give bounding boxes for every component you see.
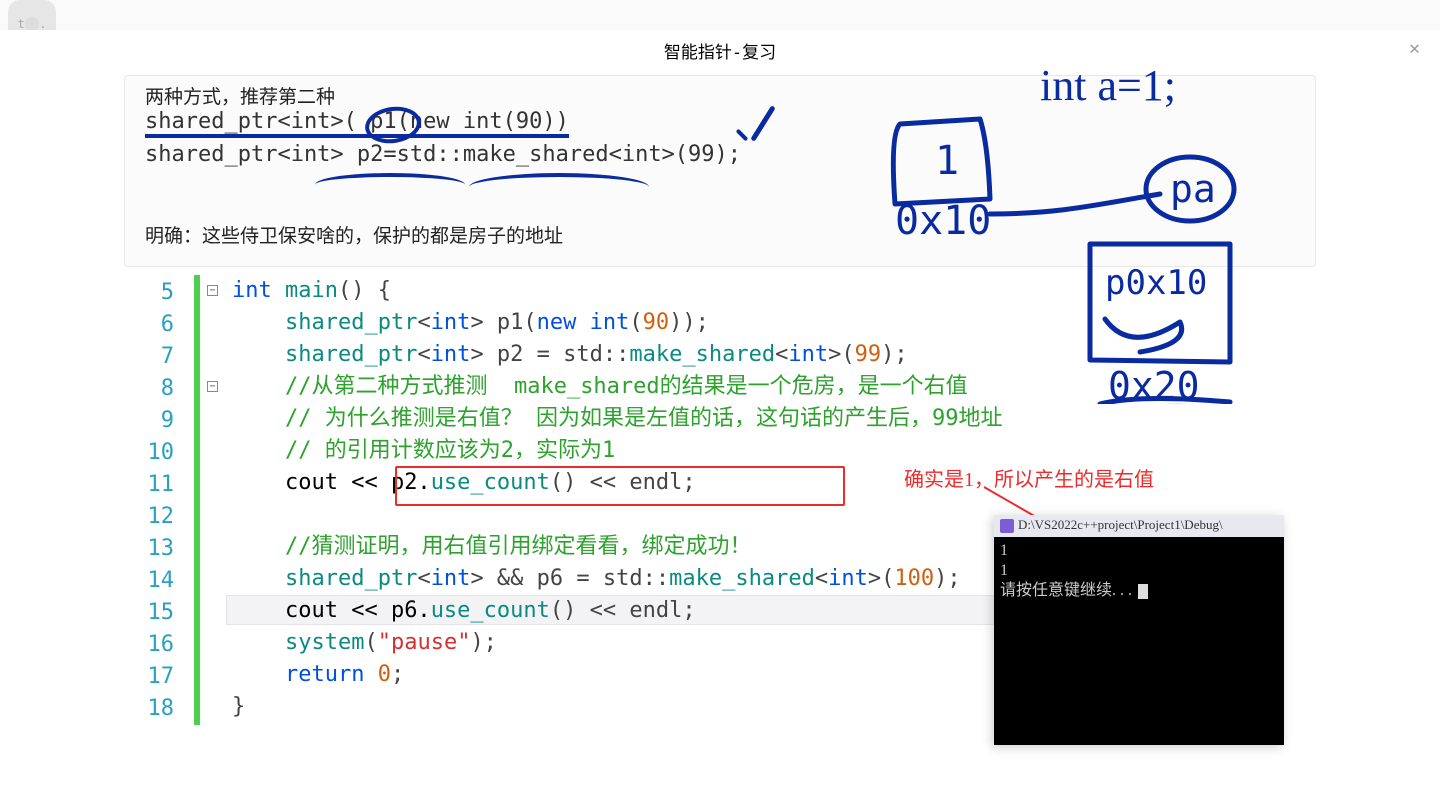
code-line xyxy=(232,499,245,531)
code-line: int main() { xyxy=(232,275,391,307)
fold-icon[interactable]: − xyxy=(207,285,218,296)
annotation-box xyxy=(395,466,845,506)
note-intro: 两种方式，推荐第二种 xyxy=(145,82,1295,109)
console-window: D:\VS2022c++project\Project1\Debug\ 1 1 … xyxy=(994,515,1284,745)
line-number: 14 xyxy=(148,565,175,597)
title-bar: 智能指针-复习 ✕ xyxy=(0,30,1440,70)
line-number: 9 xyxy=(161,405,174,437)
code-line: shared_ptr<int> && p6 = std::make_shared… xyxy=(232,563,961,595)
toolbar xyxy=(0,0,1440,30)
console-output: 1 1 请按任意键继续. . . xyxy=(994,537,1284,605)
line-number: 12 xyxy=(148,501,175,533)
console-titlebar: D:\VS2022c++project\Project1\Debug\ xyxy=(994,515,1284,537)
close-icon[interactable]: ✕ xyxy=(1409,38,1420,59)
code-line: //从第二种方式推测 make_shared的结果是一个危房，是一个右值 xyxy=(232,371,968,403)
line-number: 18 xyxy=(148,693,175,725)
line-number: 16 xyxy=(148,629,175,661)
avatar-label: t... xyxy=(18,17,47,31)
ink-underline xyxy=(469,173,649,187)
code-line: // 为什么推测是右值？ 因为如果是左值的话，这句话的产生后，99地址 xyxy=(232,403,1002,435)
ink-underline xyxy=(315,173,465,187)
console-icon xyxy=(1000,519,1014,533)
cursor-icon xyxy=(1138,584,1148,599)
note-line-1: shared_ptr<int>( p1(new int(90)) xyxy=(145,109,1295,138)
code-line: return 0; xyxy=(232,659,404,691)
note-box: 两种方式，推荐第二种 shared_ptr<int>( p1(new int(9… xyxy=(124,75,1316,267)
note-comment: 明确：这些侍卫保安啥的，保护的都是房子的地址 xyxy=(145,221,1295,248)
line-number: 8 xyxy=(161,373,174,405)
line-number: 7 xyxy=(161,341,174,373)
line-number: 5 xyxy=(161,277,174,309)
line-number: 11 xyxy=(148,469,175,501)
console-prompt: 请按任意键继续. . . xyxy=(1000,581,1278,601)
console-title: D:\VS2022c++project\Project1\Debug\ xyxy=(1018,517,1223,532)
code-line: shared_ptr<int> p2 = std::make_shared<in… xyxy=(232,339,908,371)
ink-checkmark xyxy=(735,103,775,153)
console-line: 1 xyxy=(1000,541,1278,561)
svg-text:p0x10: p0x10 xyxy=(1105,263,1207,303)
code-line: shared_ptr<int> p1(new int(90)); xyxy=(232,307,709,339)
line-number: 10 xyxy=(148,437,175,469)
fold-icon[interactable]: − xyxy=(207,381,218,392)
code-line: // 的引用计数应该为2，实际为1 xyxy=(232,435,615,467)
code-line: } xyxy=(232,691,245,723)
page-title: 智能指针-复习 xyxy=(664,38,776,63)
console-line: 1 xyxy=(1000,561,1278,581)
code-line: cout << p6.use_count() << endl; xyxy=(232,595,696,627)
line-number: 17 xyxy=(148,661,175,693)
code-line: system("pause"); xyxy=(232,627,497,659)
line-number: 6 xyxy=(161,309,174,341)
note-line-2: shared_ptr<int> p2=std::make_shared<int>… xyxy=(145,142,1295,167)
line-number: 15 xyxy=(148,597,175,629)
line-number: 13 xyxy=(148,533,175,565)
svg-text:0x20: 0x20 xyxy=(1108,364,1200,404)
code-line: //猜测证明，用右值引用绑定看看，绑定成功！ xyxy=(232,531,751,563)
change-bar xyxy=(194,275,200,725)
